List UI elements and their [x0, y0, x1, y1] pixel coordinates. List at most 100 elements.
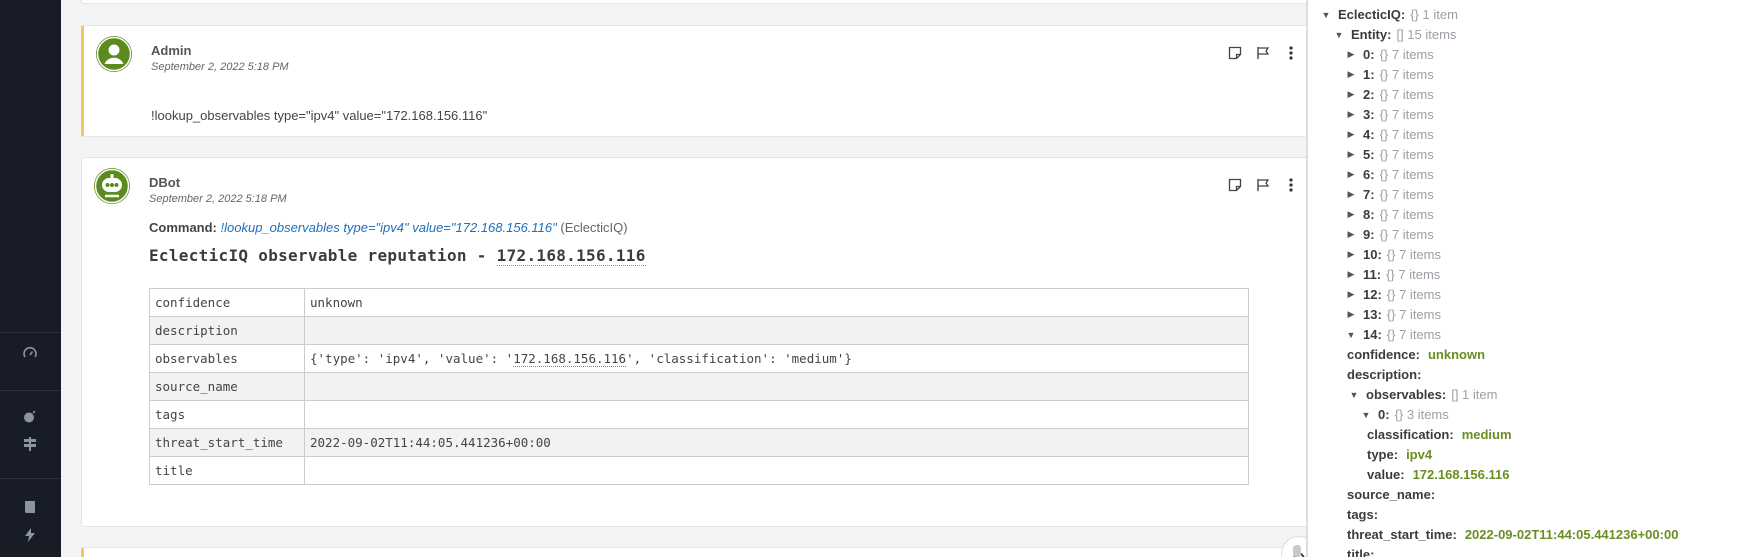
- table-key: tags: [149, 400, 305, 429]
- caret-down-icon[interactable]: ▼: [1333, 30, 1345, 40]
- entry-message: !lookup_observables type="ipv4" value="1…: [151, 108, 488, 123]
- tree-node-entity-item[interactable]: ▶ 3: {} 7 items: [1345, 107, 1434, 122]
- caret-down-icon[interactable]: ▼: [1320, 10, 1332, 20]
- entry-actions: [1227, 177, 1299, 193]
- tree-value: medium: [1461, 427, 1512, 442]
- caret-right-icon[interactable]: ▶: [1345, 129, 1357, 140]
- tree-node-observables[interactable]: ▼ observables: [] 1 item: [1348, 387, 1498, 402]
- caret-right-icon[interactable]: ▶: [1345, 169, 1357, 180]
- table-row: observables {'type': 'ipv4', 'value': '17…: [149, 344, 1249, 373]
- tree-node-entity-item[interactable]: ▶ 4: {} 7 items: [1345, 127, 1434, 142]
- note-icon[interactable]: [1227, 177, 1243, 193]
- tree-node-entity-item[interactable]: ▼ 14: {} 7 items: [1345, 327, 1441, 342]
- note-icon[interactable]: [1227, 45, 1243, 61]
- caret-right-icon[interactable]: ▶: [1345, 269, 1357, 280]
- tree-key: 7:: [1363, 187, 1375, 202]
- table-row: threat_start_time 2022-09-02T11:44:05.441…: [149, 428, 1249, 457]
- caret-right-icon[interactable]: ▶: [1345, 89, 1357, 100]
- signpost-icon[interactable]: [20, 434, 40, 454]
- chat-entry-admin: Admin September 2, 2022 5:18 PM !lookup_…: [81, 25, 1306, 137]
- tree-meta: {} 7 items: [1379, 47, 1434, 62]
- tree-node-entity-item[interactable]: ▶ 8: {} 7 items: [1345, 207, 1434, 222]
- tree-key: classification:: [1367, 427, 1454, 442]
- more-options-icon[interactable]: [1283, 45, 1299, 61]
- command-link[interactable]: !lookup_observables type="ipv4" value="1…: [221, 220, 557, 235]
- tree-node-entity-item[interactable]: ▶ 13: {} 7 items: [1345, 307, 1441, 322]
- tree-key: 12:: [1363, 287, 1382, 302]
- entry-username: DBot: [149, 175, 181, 190]
- tree-meta: {} 7 items: [1379, 187, 1434, 202]
- caret-right-icon[interactable]: ▶: [1345, 49, 1357, 60]
- caret-down-icon[interactable]: ▼: [1348, 390, 1360, 400]
- table-value: 2022-09-02T11:44:05.441236+00:00: [304, 428, 1249, 457]
- caret-up-icon: ▾: [1316, 0, 1328, 3]
- flag-icon[interactable]: [1255, 177, 1271, 193]
- caret-right-icon[interactable]: ▶: [1345, 189, 1357, 200]
- tree-node-entity-item[interactable]: ▶ 11: {} 7 items: [1345, 267, 1441, 282]
- tree-node-entity-item[interactable]: ▶ 9: {} 7 items: [1345, 227, 1434, 242]
- tree-leaf-title: title:: [1347, 547, 1374, 557]
- tree-meta: {} 7 items: [1386, 307, 1441, 322]
- more-options-icon[interactable]: [1283, 177, 1299, 193]
- caret-right-icon[interactable]: ▶: [1345, 289, 1357, 300]
- caret-right-icon[interactable]: ▶: [1345, 109, 1357, 120]
- tree-key: type:: [1367, 447, 1399, 462]
- tree-node-entity-item[interactable]: ▶ 7: {} 7 items: [1345, 187, 1434, 202]
- tree-node-entity-item[interactable]: ▶ 5: {} 7 items: [1345, 147, 1434, 162]
- tree-meta: {} 7 items: [1379, 147, 1434, 162]
- entry-actions: [1227, 45, 1299, 61]
- flag-icon[interactable]: [1255, 45, 1271, 61]
- lightning-icon[interactable]: [20, 525, 40, 545]
- caret-right-icon[interactable]: ▶: [1345, 149, 1357, 160]
- tree-key: 0:: [1378, 407, 1390, 422]
- tree-key: confidence:: [1347, 347, 1420, 362]
- book-icon[interactable]: [20, 497, 40, 517]
- table-key: observables: [149, 344, 305, 373]
- tree-node-entity-item[interactable]: ▶ 12: {} 7 items: [1345, 287, 1441, 302]
- tree-node-eclecticiq[interactable]: ▼ EclecticIQ: {} 1 item: [1320, 7, 1458, 22]
- tree-key: 11:: [1363, 267, 1382, 282]
- tree-value: ipv4: [1406, 447, 1433, 462]
- nav-divider: [0, 332, 61, 333]
- result-title-prefix: EclecticIQ observable reputation -: [149, 246, 497, 265]
- chat-entry-dbot: DBot September 2, 2022 5:18 PM Command: …: [81, 157, 1306, 527]
- tree-key: 10:: [1363, 247, 1382, 262]
- tree-leaf-value: value: 172.168.156.116: [1367, 467, 1509, 482]
- tree-node-entity-item[interactable]: ▶ 1: {} 7 items: [1345, 67, 1434, 82]
- caret-down-icon[interactable]: ▼: [1360, 410, 1372, 420]
- tree-leaf-tags: tags:: [1347, 507, 1378, 522]
- tree-key: 1:: [1363, 67, 1375, 82]
- table-row: tags: [149, 400, 1249, 429]
- tree-key: 3:: [1363, 107, 1375, 122]
- tree-node-entity-item[interactable]: ▶ 6: {} 7 items: [1345, 167, 1434, 182]
- feed-scrollbar[interactable]: [1293, 545, 1301, 557]
- tree-key: 6:: [1363, 167, 1375, 182]
- tree-key: EclecticIQ:: [1338, 7, 1406, 22]
- previous-entry-card: [81, 0, 1306, 4]
- observables-value-pre: {'type': 'ipv4', 'value': ': [310, 351, 514, 366]
- tree-key: observables:: [1366, 387, 1447, 402]
- dashboard-gauge-icon[interactable]: [20, 344, 40, 364]
- tree-node-entity[interactable]: ▼ Entity: [] 15 items: [1333, 27, 1457, 42]
- observables-ip[interactable]: 172.168.156.116: [513, 351, 627, 367]
- tree-node-observable-0[interactable]: ▼ 0: {} 3 items: [1360, 407, 1449, 422]
- tree-meta: {} 7 items: [1386, 327, 1441, 342]
- tree-node-entity-item[interactable]: ▶ 2: {} 7 items: [1345, 87, 1434, 102]
- caret-down-icon[interactable]: ▼: [1345, 330, 1357, 340]
- caret-right-icon[interactable]: ▶: [1345, 229, 1357, 240]
- caret-right-icon[interactable]: ▶: [1345, 249, 1357, 260]
- caret-right-icon[interactable]: ▶: [1345, 309, 1357, 320]
- tree-key: threat_start_time:: [1347, 527, 1457, 542]
- bomb-icon[interactable]: [20, 406, 40, 426]
- result-title-ip[interactable]: 172.168.156.116: [496, 246, 646, 266]
- tree-leaf-classification: classification: medium: [1367, 427, 1512, 442]
- caret-right-icon[interactable]: ▶: [1345, 69, 1357, 80]
- tree-leaf-confidence: confidence: unknown: [1347, 347, 1485, 362]
- tree-key: 14:: [1363, 327, 1382, 342]
- caret-right-icon[interactable]: ▶: [1345, 209, 1357, 220]
- tree-node-entity-item[interactable]: ▶ 10: {} 7 items: [1345, 247, 1441, 262]
- tree-node-entity-item[interactable]: ▶ 0: {} 7 items: [1345, 47, 1434, 62]
- tree-leaf-type: type: ipv4: [1367, 447, 1432, 462]
- tree-key: Entity:: [1351, 27, 1392, 42]
- dbot-avatar: [94, 168, 130, 204]
